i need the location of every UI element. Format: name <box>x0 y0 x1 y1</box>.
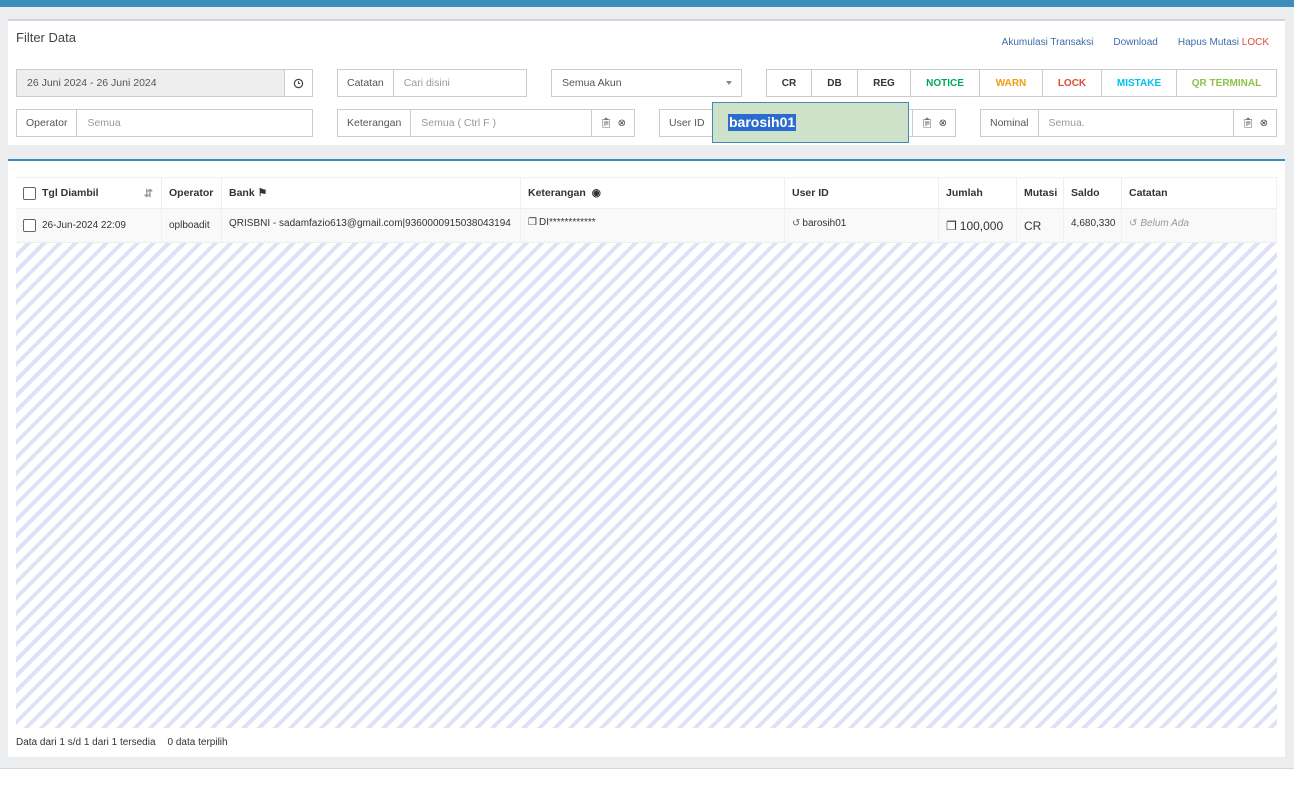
cell-user-id-value: barosih01 <box>802 218 847 229</box>
operator-filter: Operator Semua <box>16 109 313 137</box>
row-checkbox[interactable] <box>23 219 36 232</box>
keterangan-filter: Keterangan Semua ( Ctrl F ) 📋︎ ⊗ <box>337 109 635 137</box>
selected-count: 0 data terpilih <box>167 737 228 748</box>
user-id-input[interactable]: barosih01 <box>712 102 909 143</box>
clear-icon[interactable]: ⊗ <box>1260 118 1268 129</box>
lock-word: LOCK <box>1241 37 1269 48</box>
header-bank[interactable]: Bank ⚑ <box>222 178 521 208</box>
paste-icon[interactable]: 📋︎ <box>921 118 934 129</box>
header-user-id[interactable]: User ID <box>785 178 939 208</box>
catatan-input[interactable]: Cari disini <box>394 70 526 96</box>
hapus-mutasi-lock-link[interactable]: Hapus Mutasi LOCK <box>1178 37 1269 48</box>
copy-icon[interactable]: ❐ <box>528 217 537 228</box>
flag-icon[interactable]: ⚑ <box>258 187 267 199</box>
results-panel: Tgl Diambil ⇵ Operator Bank ⚑ Keterangan… <box>8 159 1285 757</box>
cell-tgl: 26-Jun-2024 22:09 <box>16 209 162 242</box>
cell-bank: QRISBNI - sadamfazio613@gmail.com|936000… <box>222 209 521 242</box>
mutation-type-buttons: CR DB REG NOTICE WARN LOCK MISTAKE QR TE… <box>766 69 1277 97</box>
clock-icon[interactable] <box>284 70 312 96</box>
operator-input[interactable]: Semua <box>77 110 312 136</box>
type-button-notice[interactable]: NOTICE <box>911 70 980 96</box>
top-header-bar <box>0 0 1294 7</box>
header-catatan[interactable]: Catatan <box>1122 178 1277 208</box>
nominal-filter: Nominal Semua. 📋︎ ⊗ <box>980 109 1277 137</box>
type-button-cr[interactable]: CR <box>767 70 812 96</box>
clear-icon[interactable]: ⊗ <box>939 118 947 129</box>
top-links: Akumulasi Transaksi Download Hapus Mutas… <box>1002 37 1269 48</box>
clear-icon[interactable]: ⊗ <box>618 118 626 129</box>
chevron-down-icon <box>726 81 732 85</box>
header-tgl[interactable]: Tgl Diambil ⇵ <box>16 178 162 208</box>
type-button-db[interactable]: DB <box>812 70 858 96</box>
user-id-selected-text: barosih01 <box>728 114 797 131</box>
cell-keterangan: ❐ DI************ <box>521 209 785 242</box>
akumulasi-transaksi-link[interactable]: Akumulasi Transaksi <box>1002 37 1094 48</box>
table-header: Tgl Diambil ⇵ Operator Bank ⚑ Keterangan… <box>16 177 1277 209</box>
cell-catatan: ↺ Belum Ada <box>1122 209 1277 242</box>
empty-table-area <box>16 243 1277 728</box>
download-link[interactable]: Download <box>1113 37 1157 48</box>
date-range-field[interactable]: 26 Juni 2024 - 26 Juni 2024 <box>17 70 284 96</box>
type-button-reg[interactable]: REG <box>858 70 911 96</box>
copy-icon[interactable]: ❐ <box>946 219 957 233</box>
header-saldo[interactable]: Saldo <box>1064 178 1122 208</box>
keterangan-actions: 📋︎ ⊗ <box>590 110 634 136</box>
akun-select[interactable]: Semua Akun <box>551 69 742 97</box>
nominal-label: Nominal <box>981 110 1039 136</box>
catatan-label: Catatan <box>338 70 394 96</box>
header-operator[interactable]: Operator <box>162 178 222 208</box>
table-row[interactable]: 26-Jun-2024 22:09 oplboadit QRISBNI - sa… <box>16 209 1277 243</box>
akun-select-value[interactable]: Semua Akun <box>552 70 741 96</box>
header-tgl-label: Tgl Diambil <box>42 187 99 199</box>
keterangan-label: Keterangan <box>338 110 412 136</box>
table-footer: Data dari 1 s/d 1 dari 1 tersedia 0 data… <box>16 737 228 748</box>
select-all-checkbox[interactable] <box>23 186 36 200</box>
sort-desc-icon[interactable]: ⇵ <box>144 187 153 200</box>
cell-user-id: ↺ barosih01 <box>785 209 939 242</box>
type-button-qr-terminal[interactable]: QR TERMINAL <box>1177 70 1276 96</box>
hapus-mutasi-text: Hapus Mutasi <box>1177 37 1239 48</box>
catatan-filter: Catatan Cari disini <box>337 69 527 97</box>
cell-operator: oplboadit <box>162 209 222 242</box>
cell-keterangan-value: DI************ <box>538 217 596 228</box>
cell-saldo: 4,680,330 <box>1064 209 1122 242</box>
user-id-actions: 📋︎ ⊗ <box>911 110 955 136</box>
header-mutasi[interactable]: Mutasi <box>1017 178 1064 208</box>
type-button-mistake[interactable]: MISTAKE <box>1102 70 1177 96</box>
filter-title: Filter Data <box>16 30 76 45</box>
header-jumlah[interactable]: Jumlah <box>939 178 1017 208</box>
paste-icon[interactable]: 📋︎ <box>1242 118 1255 129</box>
nominal-input[interactable]: Semua. <box>1039 110 1233 136</box>
cell-mutasi: CR <box>1017 209 1064 242</box>
paste-icon[interactable]: 📋︎ <box>600 118 613 129</box>
header-bank-label: Bank <box>229 187 255 199</box>
eye-icon[interactable]: ◉ <box>592 187 601 199</box>
page-footer <box>0 769 1294 787</box>
history-icon[interactable]: ↺ <box>792 218 800 229</box>
keterangan-input[interactable]: Semua ( Ctrl F ) <box>411 110 591 136</box>
header-keterangan-label: Keterangan <box>528 187 586 199</box>
pagination-info: Data dari 1 s/d 1 dari 1 tersedia <box>16 737 156 748</box>
filter-panel: Filter Data Akumulasi Transaksi Download… <box>8 19 1285 145</box>
nominal-actions: 📋︎ ⊗ <box>1232 110 1276 136</box>
header-keterangan[interactable]: Keterangan ◉ <box>521 178 785 208</box>
cell-catatan-value: Belum Ada <box>1140 218 1189 229</box>
date-range-picker[interactable]: 26 Juni 2024 - 26 Juni 2024 <box>16 69 313 97</box>
type-button-lock[interactable]: LOCK <box>1043 70 1102 96</box>
operator-label: Operator <box>17 110 78 136</box>
history-icon[interactable]: ↺ <box>1129 218 1137 229</box>
user-id-label: User ID <box>660 110 715 136</box>
cell-jumlah-value: 100,000 <box>959 218 1004 233</box>
cell-tgl-value: 26-Jun-2024 22:09 <box>42 220 126 231</box>
cell-jumlah: ❐ 100,000 <box>939 209 1017 242</box>
type-button-warn[interactable]: WARN <box>980 70 1043 96</box>
